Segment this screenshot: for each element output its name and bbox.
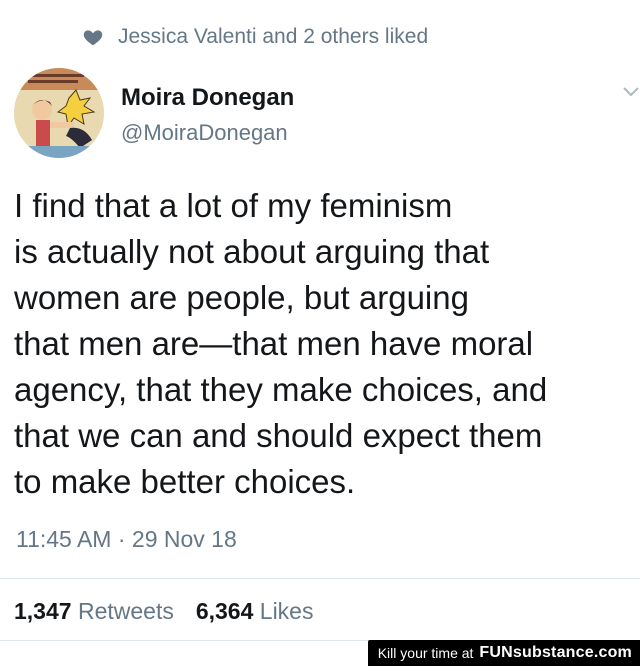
tweet-line: I find that a lot of my feminism	[14, 187, 453, 224]
chevron-down-icon[interactable]	[622, 86, 640, 98]
tweet-line: women are people, but arguing	[14, 279, 469, 316]
tweet-line: agency, that they make choices, and	[14, 371, 548, 408]
engagement-stats: 1,347 Retweets 6,364 Likes	[14, 598, 335, 625]
watermark-logo: FUNsubstance.com	[479, 644, 632, 661]
watermark-text: Kill your time at	[377, 645, 474, 661]
author-name[interactable]: Moira Donegan	[121, 84, 294, 112]
heart-icon	[83, 30, 103, 46]
tweet-line: is actually not about arguing that	[14, 233, 490, 270]
avatar-image	[14, 68, 104, 158]
tweet-line: that we can and should expect them	[14, 417, 543, 454]
retweets-stat[interactable]: 1,347 Retweets	[14, 598, 174, 625]
watermark: Kill your time at FUNsubstance.com	[367, 640, 640, 666]
avatar[interactable]	[14, 68, 104, 158]
divider	[0, 578, 640, 579]
likes-stat[interactable]: 6,364 Likes	[196, 598, 314, 625]
liked-by-text: Jessica Valenti and 2 others liked	[118, 25, 429, 48]
likes-count: 6,364	[195, 598, 254, 624]
retweets-count: 1,347	[14, 598, 72, 624]
retweets-label: Retweets	[77, 598, 174, 624]
tweet-line: to make better choices.	[14, 463, 356, 500]
tweet-text: I find that a lot of my feminism is actu…	[14, 183, 634, 505]
social-context[interactable]: Jessica Valenti and 2 others liked	[82, 22, 428, 52]
likes-label: Likes	[259, 598, 314, 624]
tweet-line: that men are—that men have moral	[14, 325, 534, 362]
tweet-timestamp[interactable]: 11:45 AM · 29 Nov 18	[16, 526, 237, 553]
author-handle[interactable]: @MoiraDonegan	[121, 120, 288, 146]
